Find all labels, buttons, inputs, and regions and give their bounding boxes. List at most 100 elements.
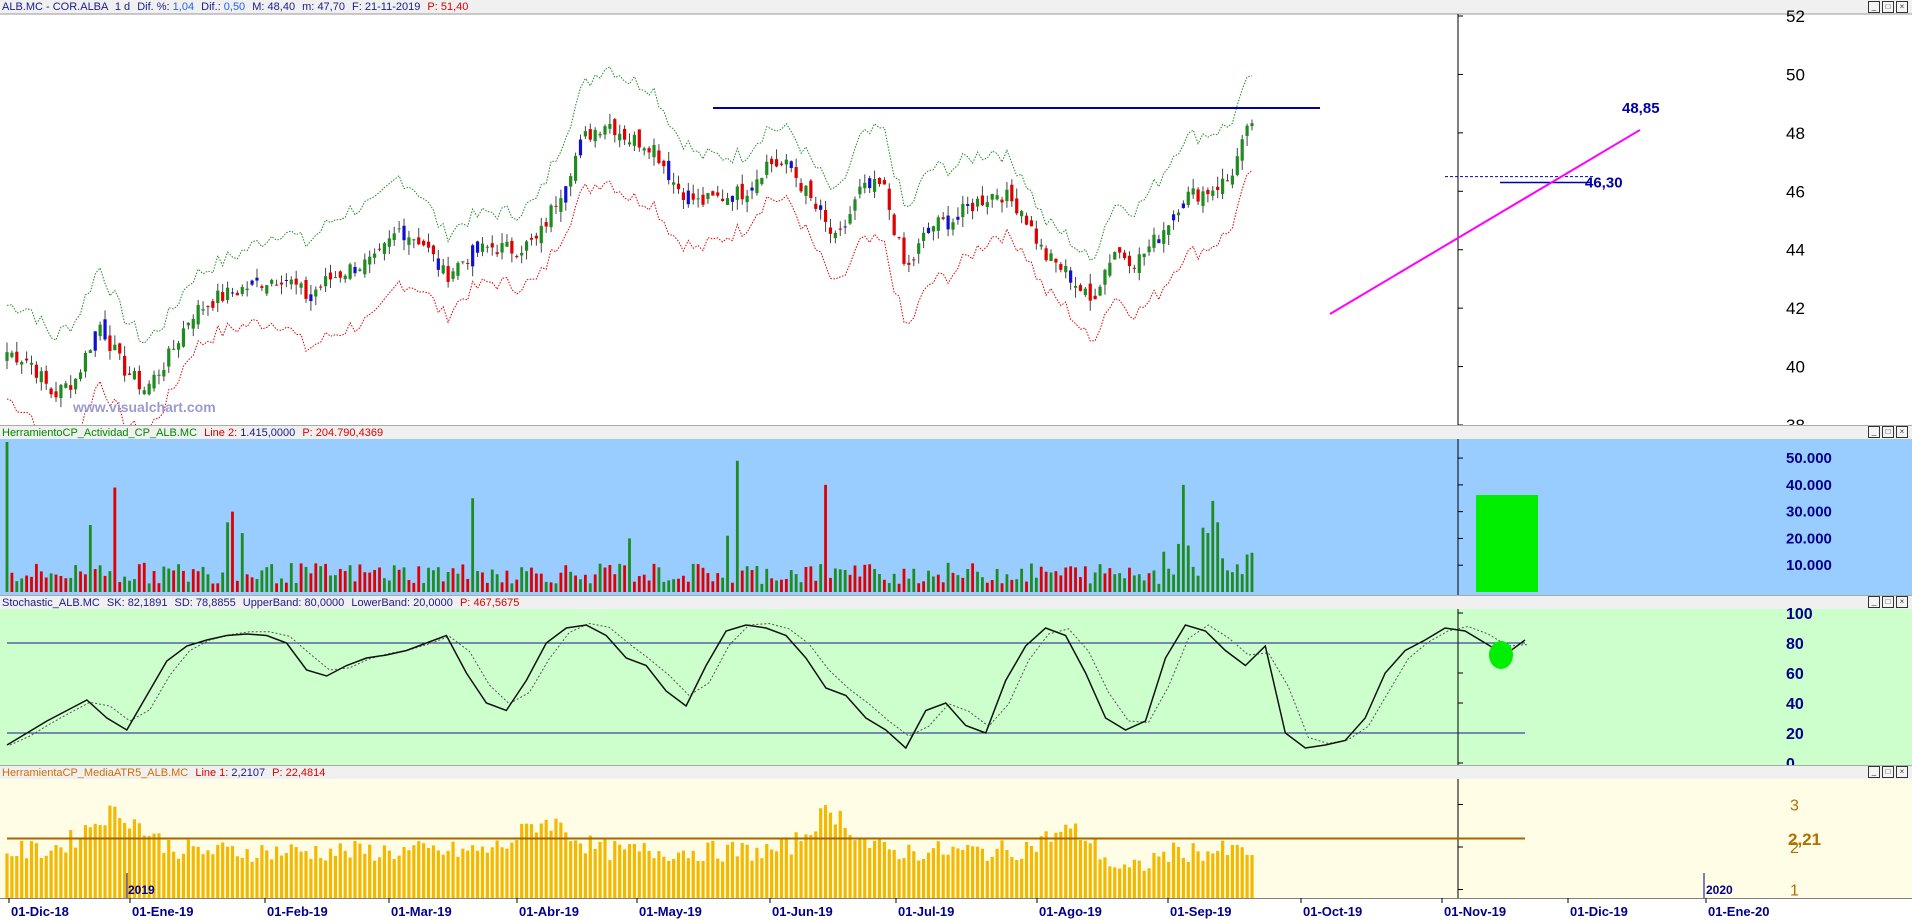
candle-body [833,232,837,239]
volume-bar [74,565,78,592]
atr-bar [69,830,73,898]
volume-bar [211,583,215,592]
volume-bar [191,569,195,592]
candle-body [260,286,264,288]
volume-bar [108,571,112,592]
candle-body [603,126,607,135]
atr-bar [990,856,994,898]
close-icon[interactable]: × [1896,1,1908,13]
volume-bar [745,566,749,592]
candle-body [436,258,440,270]
atr-bar [1142,870,1146,898]
atr-bar [181,853,186,898]
candle-body [387,238,391,247]
atr-bar [730,841,735,898]
volume-bar [1211,500,1215,592]
close-icon[interactable]: × [1896,596,1908,608]
candle-body [926,227,931,234]
minimize-icon[interactable]: _ [1868,766,1880,778]
atr-bar [123,822,127,898]
atr-bar [284,853,288,898]
atr-bar [328,848,333,898]
volume-bar [299,563,303,592]
date-tick-label: 01-Feb-19 [267,904,328,919]
atr-bar [1206,851,1210,898]
volume-bar [1034,577,1038,592]
close-icon[interactable]: × [1896,766,1908,778]
restore-icon[interactable]: □ [1882,766,1894,778]
candle-body [515,255,519,258]
atr-bar [828,812,833,898]
atr-bar [1020,858,1024,898]
atr-bar [1108,866,1112,898]
atr-bar [941,854,945,898]
minimize-icon[interactable]: _ [1868,596,1880,608]
volume-bar [1206,533,1210,592]
volume-bar [485,582,489,592]
volume-bar [814,580,818,592]
volume-bar [985,582,989,592]
atr-bar [319,857,323,898]
volume-bar [951,572,955,592]
candle-body [83,352,88,372]
atr-bar [583,853,587,898]
volume-tick-label: 20.000 [1786,530,1832,547]
atr-bar [833,824,837,898]
atr-bar [402,846,406,898]
atr-bar [701,860,705,898]
volume-bar [93,569,97,592]
volume-bar [922,581,925,592]
candle-body [108,335,112,351]
volume-bar [534,573,538,592]
volume-bar [280,578,283,592]
volume-bar [329,575,332,592]
volume-bar [716,573,720,592]
restore-icon[interactable]: □ [1882,1,1894,13]
candle-body [1152,234,1156,248]
volume-bar [628,538,631,592]
close-icon[interactable]: × [1896,426,1908,438]
atr-bar [250,861,254,898]
volume-panel[interactable]: HerramientoCP_Actividad_CP_ALB.MC Line 2… [0,425,1912,595]
candle-body [328,272,333,280]
restore-icon[interactable]: □ [1882,596,1894,608]
volume-bar [1025,581,1028,592]
atr-bar [902,858,906,898]
candle-body [838,228,842,230]
volume-bar [892,573,896,592]
volume-bar [44,577,48,592]
candle-body [598,133,602,136]
volume-bar [946,562,950,592]
price-panel[interactable]: ALB.MC - COR.ALBA 1 d Dif. %: 1,04 Dif.:… [0,0,1912,425]
volume-bar [838,569,842,592]
candle-body [142,390,146,395]
stochastic-panel[interactable]: Stochastic_ALB.MC SK: 82,1891 SD: 78,885… [0,595,1912,765]
volume-bar [373,569,377,592]
atr-bar [1181,857,1185,898]
atr-panel[interactable]: HerramientaCP_MediaATR5_ALB.MC Line 1: 2… [0,765,1912,898]
volume-bar [186,581,190,592]
atr-bar [789,854,793,898]
atr-bar [382,845,387,898]
volume-bar [137,564,141,592]
volume-bar [1132,575,1136,592]
volume-bar [598,563,602,592]
restore-icon[interactable]: □ [1882,426,1894,438]
candle-body [524,241,529,251]
volume-bar [500,582,504,592]
atr-bar [451,841,455,898]
minimize-icon[interactable]: _ [1868,1,1880,13]
candle-body [1176,212,1181,216]
atr-bar [1059,831,1063,898]
atr-bar [1078,840,1083,898]
minimize-icon[interactable]: _ [1868,426,1880,438]
volume-bar [495,574,499,592]
atr-bar [995,848,999,898]
volume-bar [103,575,107,592]
candle-body [1078,285,1083,291]
atr-bar [613,840,617,898]
atr-bar [721,861,725,898]
volume-bar [966,569,970,592]
atr-bar [1245,854,1249,898]
year-2020-label: 2020 [1706,883,1733,897]
